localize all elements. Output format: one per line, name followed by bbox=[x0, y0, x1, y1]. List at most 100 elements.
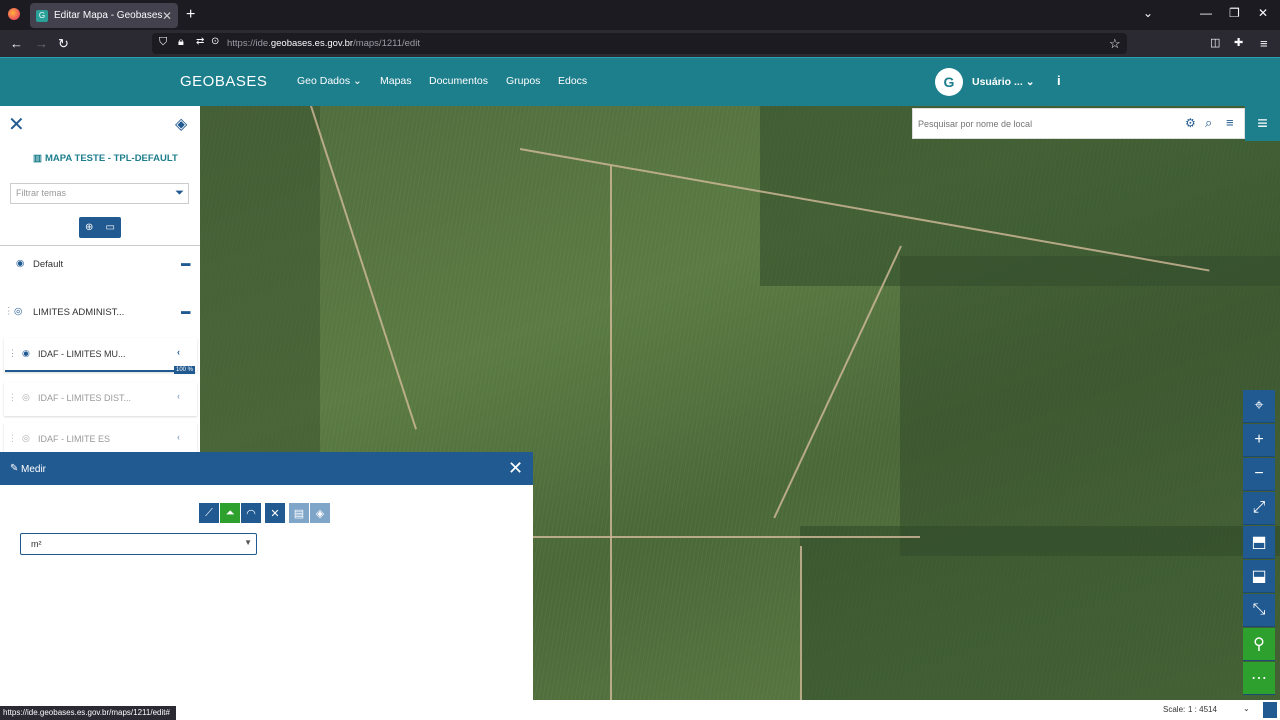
layers-icon[interactable]: ◈ bbox=[175, 114, 187, 134]
unit-select[interactable]: m² ▼ bbox=[20, 533, 257, 555]
minus-icon: − bbox=[1254, 465, 1264, 482]
measure-bearing-button[interactable]: ◠ bbox=[241, 503, 261, 523]
location-icon[interactable]: ⊙ bbox=[211, 36, 219, 47]
hamburger-icon: ≡ bbox=[1257, 113, 1268, 133]
minimize-icon[interactable]: — bbox=[1200, 6, 1212, 20]
opacity-slider[interactable] bbox=[5, 370, 175, 372]
folder-icon[interactable]: ▬ bbox=[181, 258, 191, 269]
map-icon: ▥ bbox=[33, 153, 42, 164]
export-measure-button[interactable]: ▤ bbox=[289, 503, 309, 523]
measure-panel-header[interactable]: ✎ Medir ✕ bbox=[0, 452, 533, 485]
sublayer-limites-mu[interactable]: ⋮ ◉ IDAF - LIMITES MU... ‹ 100 % bbox=[4, 338, 197, 374]
fullscreen-icon: ⤡ bbox=[1252, 601, 1266, 618]
add-group-folder-icon[interactable]: ▭ bbox=[106, 222, 115, 233]
locate-button[interactable]: ⌖ bbox=[1243, 390, 1275, 423]
app-menu-icon[interactable]: ≡ bbox=[1260, 36, 1268, 51]
zoom-out-button[interactable]: − bbox=[1243, 458, 1275, 491]
extensions-icon[interactable]: ✚ bbox=[1234, 36, 1243, 49]
close-icon[interactable]: ✕ bbox=[508, 458, 523, 479]
close-icon: ✕ bbox=[270, 507, 280, 520]
app-header: GEOBASES Geo Dados ⌄ Mapas Documentos Gr… bbox=[0, 57, 1280, 106]
browser-tabbar: G Editar Mapa - Geobases - ✕ + ⌄ — ❐ ✕ bbox=[0, 0, 1280, 30]
gear-icon[interactable]: ⚙ bbox=[1185, 116, 1196, 130]
eye-slash-icon[interactable]: ◎ bbox=[22, 392, 30, 403]
pocket-icon[interactable]: ◫ bbox=[1210, 36, 1220, 49]
nav-documentos[interactable]: Documentos bbox=[429, 75, 488, 87]
chevron-left-icon[interactable]: ‹ bbox=[177, 432, 180, 442]
chevron-down-icon[interactable]: ⌄ bbox=[1243, 704, 1250, 713]
eye-slash-icon[interactable]: ◎ bbox=[22, 433, 30, 444]
filter-input[interactable]: Filtrar temas ⏷ bbox=[10, 183, 189, 204]
zoom-extent-button[interactable]: ⤢ bbox=[1243, 492, 1275, 525]
url-text[interactable]: https://ide.geobases.es.gov.br/maps/1211… bbox=[227, 38, 420, 49]
search-input[interactable] bbox=[913, 109, 1178, 138]
map-title: ▥ MAPA TESTE - TPL-DEFAULT bbox=[33, 153, 178, 164]
map-road bbox=[610, 166, 612, 700]
firefox-icon[interactable] bbox=[8, 8, 20, 20]
layer-label: IDAF - LIMITE ES bbox=[38, 434, 111, 444]
permissions-icon[interactable]: ⇄ bbox=[196, 36, 204, 47]
layer-group-limites[interactable]: ⋮ ◎ LIMITES ADMINIST... ▬ bbox=[0, 306, 200, 326]
search-icon[interactable]: ⌕ bbox=[1205, 115, 1212, 131]
close-tab-icon[interactable]: ✕ bbox=[162, 9, 172, 23]
eye-icon[interactable]: ◉ bbox=[22, 348, 30, 359]
shield-icon[interactable]: ⛉ bbox=[159, 36, 167, 49]
nav-mapas[interactable]: Mapas bbox=[380, 75, 412, 87]
add-as-layer-button[interactable]: ◈ bbox=[310, 503, 330, 523]
fullscreen-button[interactable]: ⤡ bbox=[1243, 594, 1275, 627]
reload-icon[interactable]: ↻ bbox=[58, 36, 69, 52]
scale-bar: Scale: 1 : 4514 ⌄ bbox=[533, 700, 1280, 720]
folder-icon[interactable]: ▬ bbox=[181, 306, 191, 317]
measure-area-button[interactable]: ⏶ bbox=[220, 503, 240, 523]
drag-handle-icon[interactable]: ⋮ bbox=[8, 348, 17, 359]
more-options-button[interactable]: ⋯ bbox=[1243, 662, 1275, 695]
next-view-button[interactable]: ⬓ bbox=[1243, 560, 1275, 593]
scale-toggle-button[interactable] bbox=[1263, 702, 1277, 718]
forward-icon[interactable]: → bbox=[35, 36, 48, 51]
drag-handle-icon[interactable]: ⋮ bbox=[4, 306, 14, 317]
drag-handle-icon[interactable]: ⋮ bbox=[8, 433, 17, 444]
hamburger-menu-button[interactable]: ≡ bbox=[1245, 106, 1280, 141]
eye-slash-icon[interactable]: ◎ bbox=[14, 306, 22, 317]
tab-list-chevron-icon[interactable]: ⌄ bbox=[1143, 6, 1153, 20]
clear-measure-button[interactable]: ✕ bbox=[265, 503, 285, 523]
divider bbox=[0, 245, 200, 246]
bookmark-star-icon[interactable]: ☆ bbox=[1109, 36, 1121, 52]
previous-view-button[interactable]: ⬒ bbox=[1243, 526, 1275, 559]
measure-length-button[interactable]: ⟋ bbox=[199, 503, 219, 523]
filter-icon[interactable]: ⏷ bbox=[175, 187, 184, 200]
scale-select[interactable]: 1 : 4514 bbox=[1188, 705, 1217, 714]
location-marker-button[interactable]: ⚲ bbox=[1243, 628, 1275, 661]
layer-group-default[interactable]: ◉ Default ▬ bbox=[0, 258, 200, 278]
area-icon: ⏶ bbox=[225, 506, 235, 519]
close-icon[interactable]: ✕ bbox=[8, 112, 25, 137]
info-icon[interactable]: i bbox=[1057, 73, 1061, 88]
chevron-left-icon[interactable]: ‹ bbox=[177, 391, 180, 401]
geobases-logo[interactable]: GEOBASES bbox=[180, 73, 267, 90]
user-menu[interactable]: Usuário ... ⌄ bbox=[972, 76, 1035, 88]
line-icon: ⟋ bbox=[205, 506, 213, 519]
add-layer-icon[interactable]: ⊕ bbox=[85, 222, 93, 233]
nav-geo-dados[interactable]: Geo Dados ⌄ bbox=[297, 75, 362, 87]
drag-handle-icon[interactable]: ⋮ bbox=[8, 392, 17, 403]
restore-icon[interactable]: ❐ bbox=[1229, 6, 1240, 20]
back-icon[interactable]: ← bbox=[10, 36, 23, 51]
sublayer-limite-es[interactable]: ⋮ ◎ IDAF - LIMITE ES ‹ bbox=[4, 423, 197, 452]
map-right-field bbox=[900, 256, 1280, 556]
lock-icon[interactable]: 🔒︎ bbox=[178, 36, 184, 49]
list-icon[interactable]: ≡ bbox=[1226, 115, 1234, 130]
avatar[interactable]: G bbox=[935, 68, 963, 96]
eye-icon[interactable]: ◉ bbox=[16, 258, 24, 269]
user-name: Usuário ... bbox=[972, 76, 1023, 88]
close-window-icon[interactable]: ✕ bbox=[1258, 6, 1268, 20]
chevron-left-icon[interactable]: ‹ bbox=[177, 347, 180, 357]
nav-geo-dados-label: Geo Dados bbox=[297, 75, 351, 87]
chevron-down-icon: ⌄ bbox=[353, 75, 362, 87]
nav-grupos[interactable]: Grupos bbox=[506, 75, 540, 87]
browser-tab[interactable]: G Editar Mapa - Geobases - ✕ bbox=[30, 3, 178, 28]
zoom-in-button[interactable]: + bbox=[1243, 424, 1275, 457]
nav-edocs[interactable]: Edocs bbox=[558, 75, 587, 87]
layer-label: IDAF - LIMITES DIST... bbox=[38, 393, 132, 403]
sublayer-limites-dist[interactable]: ⋮ ◎ IDAF - LIMITES DIST... ‹ bbox=[4, 382, 197, 416]
new-tab-icon[interactable]: + bbox=[186, 6, 195, 24]
